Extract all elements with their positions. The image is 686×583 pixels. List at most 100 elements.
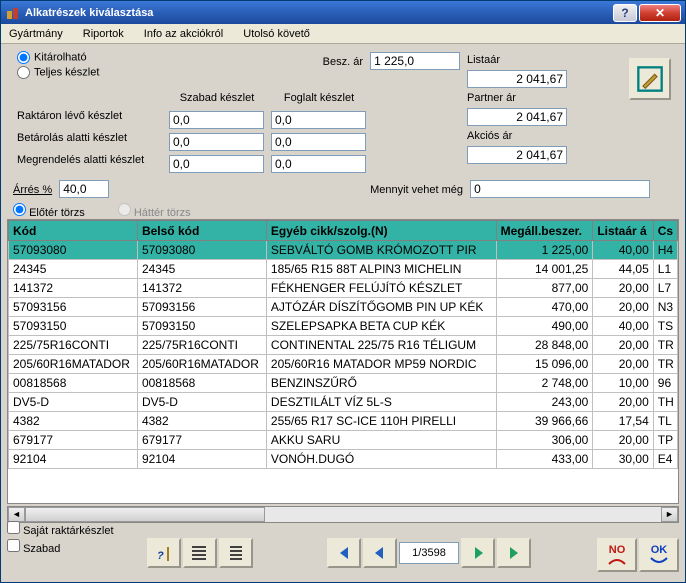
partner-ar-input[interactable]	[467, 108, 567, 126]
menubar: Gyártmány Riportok Info az akciókról Uto…	[1, 24, 685, 44]
cell-kod: 92104	[9, 450, 138, 469]
chk-sajat-label[interactable]: Saját raktárkészlet	[7, 520, 114, 538]
cell-egyeb: CONTINENTAL 225/75 R16 TÉLIGUM	[266, 336, 496, 355]
parts-grid[interactable]: Kód Belső kód Egyéb cikk/szolg.(N) Megál…	[7, 219, 679, 504]
help-tool-button[interactable]: ?	[147, 538, 181, 568]
col-belso[interactable]: Belső kód	[137, 221, 266, 241]
table-row[interactable]: 5709315057093150SZELEPSAPKA BETA CUP KÉK…	[9, 317, 678, 336]
prev-icon	[370, 545, 390, 561]
table-row[interactable]: 2434524345185/65 R15 88T ALPIN3 MICHELIN…	[9, 260, 678, 279]
col-kod[interactable]: Kód	[9, 221, 138, 241]
col-egyeb[interactable]: Egyéb cikk/szolg.(N)	[266, 221, 496, 241]
table-row[interactable]: 141372141372FÉKHENGER FELÚJÍTÓ KÉSZLET87…	[9, 279, 678, 298]
cell-kod: 57093156	[9, 298, 138, 317]
cell-belso: 57093080	[137, 241, 266, 260]
besz-ar-label: Besz. ár	[237, 56, 367, 68]
help-button[interactable]: ?	[613, 4, 637, 22]
chk-szabad[interactable]	[7, 539, 20, 552]
table-row[interactable]: 679177679177AKKU SARU306,0020,00TP	[9, 431, 678, 450]
listaar-input[interactable]	[467, 70, 567, 88]
cell-egyeb: DESZTILÁLT VÍZ 5L-S	[266, 393, 496, 412]
cell-lista: 44,05	[593, 260, 653, 279]
cell-cs: TR	[653, 355, 677, 374]
chk-szabad-label[interactable]: Szabad	[7, 538, 114, 556]
cell-cs: 96	[653, 374, 677, 393]
edit-button[interactable]	[629, 58, 671, 100]
raktaron-foglalt-input[interactable]	[271, 111, 366, 129]
list-tool-button-2[interactable]	[219, 538, 253, 568]
cell-kod: 205/60R16MATADOR	[9, 355, 138, 374]
cell-kod: 57093150	[9, 317, 138, 336]
table-row[interactable]: 43824382255/65 R17 SC-ICE 110H PIRELLI39…	[9, 412, 678, 431]
cell-belso: 57093156	[137, 298, 266, 317]
col-lista[interactable]: Listaár á	[593, 221, 653, 241]
cell-belso: 00818568	[137, 374, 266, 393]
radio-eloter[interactable]	[13, 203, 26, 216]
cell-megall: 15 096,00	[496, 355, 593, 374]
next-page-button[interactable]	[461, 538, 495, 568]
raktaron-label: Raktáron lévő készlet	[15, 110, 124, 130]
radio-kitarolhato[interactable]	[17, 51, 30, 64]
table-row[interactable]: 0081856800818568BENZINSZŰRŐ2 748,0010,00…	[9, 374, 678, 393]
radio-eloter-label[interactable]: Előtér törzs	[13, 207, 85, 219]
betarolas-szabad-input[interactable]	[169, 133, 264, 151]
list-tool-button-1[interactable]	[183, 538, 217, 568]
top-section: Kitárolható Teljes készlet Besz. ár List…	[7, 48, 679, 218]
prev-page-button[interactable]	[363, 538, 397, 568]
cell-belso: 141372	[137, 279, 266, 298]
cell-kod: 141372	[9, 279, 138, 298]
table-row[interactable]: 5709308057093080SEBVÁLTÓ GOMB KRÓMOZOTT …	[9, 241, 678, 260]
cell-cs: L7	[653, 279, 677, 298]
radio-kitarolhato-label[interactable]: Kitárolható	[17, 50, 99, 65]
megrendeles-szabad-input[interactable]	[169, 155, 264, 173]
table-row[interactable]: DV5-DDV5-DDESZTILÁLT VÍZ 5L-S243,0020,00…	[9, 393, 678, 412]
cell-cs: L1	[653, 260, 677, 279]
cell-egyeb: FÉKHENGER FELÚJÍTÓ KÉSZLET	[266, 279, 496, 298]
radio-teljes[interactable]	[17, 66, 30, 79]
cell-lista: 40,00	[593, 241, 653, 260]
chk-sajat[interactable]	[7, 521, 20, 534]
menu-gyartmany[interactable]: Gyártmány	[5, 26, 67, 42]
list-icon	[190, 543, 210, 563]
raktaron-szabad-input[interactable]	[169, 111, 264, 129]
radio-teljes-label[interactable]: Teljes készlet	[17, 65, 99, 80]
menu-riportok[interactable]: Riportok	[79, 26, 128, 42]
mennyit-input[interactable]	[470, 180, 650, 198]
mennyit-label: Mennyit vehet még	[317, 184, 467, 196]
cell-lista: 20,00	[593, 336, 653, 355]
ok-button[interactable]: OK	[639, 538, 679, 572]
cell-lista: 20,00	[593, 393, 653, 412]
cell-cs: E4	[653, 450, 677, 469]
table-row[interactable]: 5709315657093156AJTÓZÁR DÍSZÍTŐGOMB PIN …	[9, 298, 678, 317]
betarolas-foglalt-input[interactable]	[271, 133, 366, 151]
sad-icon	[607, 556, 627, 566]
cell-kod: 225/75R16CONTI	[9, 336, 138, 355]
arres-input[interactable]	[59, 180, 109, 198]
cell-belso: 92104	[137, 450, 266, 469]
table-row[interactable]: 9210492104VONÓH.DUGÓ433,0030,00E4	[9, 450, 678, 469]
col-cs[interactable]: Cs	[653, 221, 677, 241]
besz-ar-input[interactable]	[370, 52, 460, 70]
col-megall[interactable]: Megáll.beszer.	[496, 221, 593, 241]
smile-icon	[649, 556, 669, 566]
purchase-price-block: Besz. ár	[237, 52, 467, 70]
megrendeles-foglalt-input[interactable]	[271, 155, 366, 173]
first-page-button[interactable]	[327, 538, 361, 568]
no-button[interactable]: NO	[597, 538, 637, 572]
stock-table: Szabad készlet Foglalt készlet Raktáron …	[13, 86, 383, 176]
cell-megall: 433,00	[496, 450, 593, 469]
table-row[interactable]: 205/60R16MATADOR205/60R16MATADOR205/60R1…	[9, 355, 678, 374]
close-button[interactable]: ✕	[639, 4, 681, 22]
cell-lista: 17,54	[593, 412, 653, 431]
cell-belso: 24345	[137, 260, 266, 279]
akcios-ar-input[interactable]	[467, 146, 567, 164]
megrendeles-label: Megrendelés alatti készlet	[15, 154, 146, 174]
menu-info[interactable]: Info az akciókról	[140, 26, 227, 42]
menu-utolso[interactable]: Utolsó követő	[239, 26, 314, 42]
table-row[interactable]: 225/75R16CONTI225/75R16CONTICONTINENTAL …	[9, 336, 678, 355]
cell-belso: 57093150	[137, 317, 266, 336]
cell-cs: TH	[653, 393, 677, 412]
last-page-button[interactable]	[497, 538, 531, 568]
cell-lista: 20,00	[593, 298, 653, 317]
cell-egyeb: AKKU SARU	[266, 431, 496, 450]
